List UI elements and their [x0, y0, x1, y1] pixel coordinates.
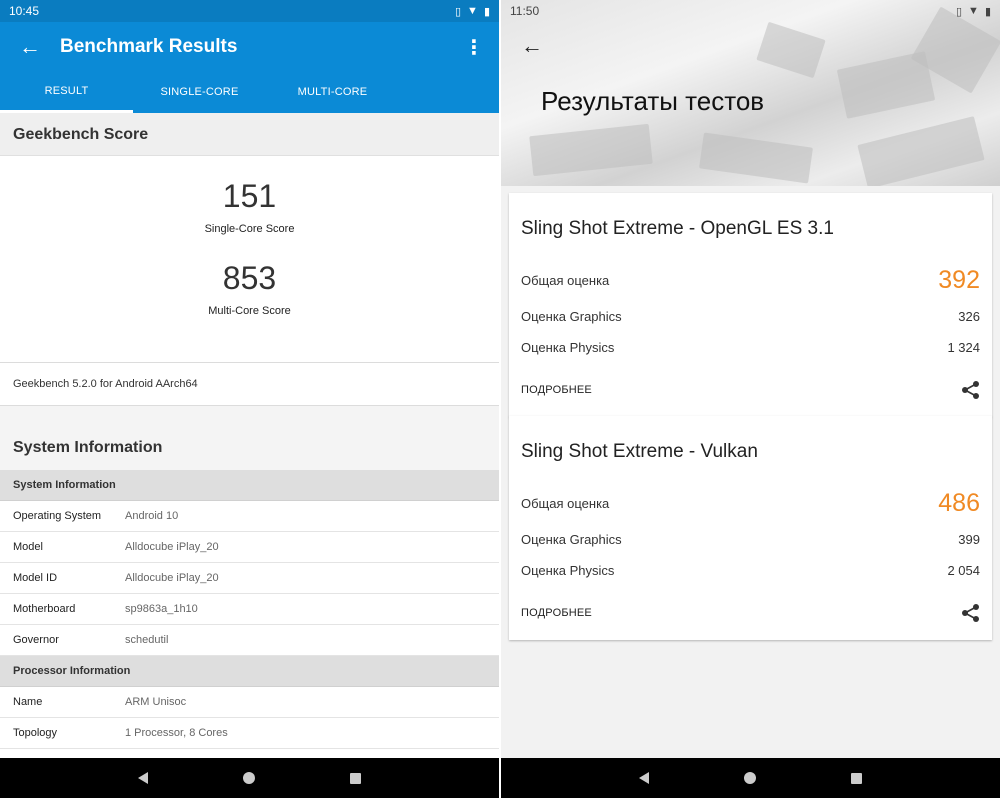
- version-text: Geekbench 5.2.0 for Android AArch64: [0, 363, 499, 406]
- overall-score-row: Общая оценка 486: [509, 476, 992, 524]
- share-icon[interactable]: [962, 604, 980, 622]
- info-value: 1 Processor, 8 Cores: [125, 727, 228, 739]
- multi-core-label: Multi-Core Score: [208, 305, 291, 317]
- geekbench-screen: 10:45 ▯ ▼ ▮ ← Benchmark Results ⋮ RESULT…: [0, 0, 499, 798]
- card-footer: ПОДРОБНЕЕ: [509, 586, 992, 640]
- nav-back-icon[interactable]: [639, 772, 649, 784]
- vibrate-icon: ▯: [454, 5, 462, 18]
- info-value: ARM Unisoc: [125, 696, 187, 708]
- info-value: Alldocube iPlay_20: [125, 541, 219, 553]
- physics-label: Оценка Physics: [521, 563, 615, 578]
- info-row: Model ID Alldocube iPlay_20: [0, 563, 499, 594]
- status-bar: 11:50 ▯ ▼ ▮: [501, 0, 1000, 22]
- overall-label: Общая оценка: [521, 495, 610, 511]
- graphics-score-row: Оценка Graphics 326: [509, 301, 992, 332]
- overall-value: 486: [938, 488, 980, 517]
- group-header-processor: Processor Information: [0, 656, 499, 687]
- group-header-system: System Information: [0, 470, 499, 501]
- overall-label: Общая оценка: [521, 272, 610, 288]
- info-value: Alldocube iPlay_20: [125, 572, 219, 584]
- graphics-label: Оценка Graphics: [521, 532, 622, 547]
- nav-home-icon[interactable]: [744, 772, 756, 784]
- card-footer: ПОДРОБНЕЕ: [509, 363, 992, 417]
- share-icon[interactable]: [962, 381, 980, 399]
- physics-score-row: Оценка Physics 1 324: [509, 332, 992, 363]
- back-arrow-icon[interactable]: ←: [521, 33, 543, 59]
- score-section-header: Geekbench Score: [0, 113, 499, 156]
- card-title: Sling Shot Extreme - OpenGL ES 3.1: [521, 218, 834, 239]
- nav-recents-icon[interactable]: [350, 772, 361, 784]
- hero-texture: [699, 132, 813, 184]
- overall-value: 392: [938, 265, 980, 294]
- more-details-button[interactable]: ПОДРОБНЕЕ: [521, 607, 592, 619]
- back-arrow-icon[interactable]: ←: [0, 22, 60, 72]
- battery-icon: ▮: [984, 5, 991, 18]
- info-key: Motherboard: [13, 603, 76, 615]
- status-time: 11:50: [510, 4, 540, 18]
- app-bar: ← Benchmark Results ⋮: [0, 22, 499, 72]
- status-icons: ▯ ▼ ▮: [956, 5, 991, 18]
- nav-back-icon[interactable]: [138, 772, 148, 784]
- graphics-value: 326: [958, 309, 980, 324]
- scores-panel: 151 Single-Core Score 853 Multi-Core Sco…: [0, 156, 499, 363]
- navigation-bar: [0, 758, 499, 798]
- info-key: Name: [13, 696, 43, 708]
- status-icons: ▯ ▼ ▮: [455, 5, 490, 18]
- 3dmark-screen: 11:50 ▯ ▼ ▮ ← Результаты тестов Sling Sh…: [501, 0, 1000, 798]
- info-key: Model: [13, 541, 43, 553]
- graphics-label: Оценка Graphics: [521, 309, 622, 324]
- info-key: Governor: [13, 634, 59, 646]
- tab-result[interactable]: RESULT: [0, 72, 133, 113]
- more-details-button[interactable]: ПОДРОБНЕЕ: [521, 384, 592, 396]
- hero-texture: [857, 116, 985, 186]
- multi-core-value: 853: [222, 260, 277, 296]
- card-title: Sling Shot Extreme - Vulkan: [521, 441, 758, 462]
- graphics-score-row: Оценка Graphics 399: [509, 524, 992, 555]
- section-spacer: [0, 406, 499, 426]
- graphics-value: 399: [958, 532, 980, 547]
- info-row: Name ARM Unisoc: [0, 687, 499, 718]
- battery-icon: ▮: [483, 5, 490, 18]
- physics-value: 1 324: [947, 340, 980, 355]
- info-key: Model ID: [13, 572, 58, 584]
- physics-value: 2 054: [947, 563, 980, 578]
- wifi-icon: ▼: [968, 5, 979, 17]
- info-value: Android 10: [125, 510, 179, 522]
- hero-banner: 11:50 ▯ ▼ ▮ ← Результаты тестов: [501, 0, 1000, 186]
- nav-recents-icon[interactable]: [851, 772, 862, 784]
- physics-label: Оценка Physics: [521, 340, 615, 355]
- tab-multi-core[interactable]: MULTI-CORE: [266, 72, 399, 113]
- more-options-icon[interactable]: ⋮: [449, 35, 499, 60]
- info-row: Model Alldocube iPlay_20: [0, 532, 499, 563]
- info-row: Topology 1 Processor, 8 Cores: [0, 718, 499, 749]
- overall-score-row: Общая оценка 392: [509, 253, 992, 301]
- page-title: Результаты тестов: [541, 86, 765, 116]
- single-core-label: Single-Core Score: [204, 223, 295, 235]
- result-card-opengl: Sling Shot Extreme - OpenGL ES 3.1 Общая…: [509, 193, 992, 417]
- info-key: Operating System: [13, 510, 102, 522]
- multi-core-score: 853 Multi-Core Score: [0, 235, 499, 317]
- info-row: Operating System Android 10: [0, 501, 499, 532]
- info-row: Motherboard sp9863a_1h10: [0, 594, 499, 625]
- tab-single-core[interactable]: SINGLE-CORE: [133, 72, 266, 113]
- status-time: 10:45: [9, 4, 40, 18]
- info-value: sp9863a_1h10: [125, 603, 198, 615]
- vibrate-icon: ▯: [955, 5, 963, 18]
- nav-home-icon[interactable]: [243, 772, 255, 784]
- navigation-bar: [501, 758, 1000, 798]
- info-value: schedutil: [125, 634, 169, 646]
- status-bar: 10:45 ▯ ▼ ▮: [0, 0, 499, 22]
- hero-texture: [529, 123, 653, 177]
- info-row: Governor schedutil: [0, 625, 499, 656]
- info-key: Topology: [13, 727, 58, 739]
- wifi-icon: ▼: [467, 5, 478, 17]
- single-core-value: 151: [222, 178, 277, 214]
- single-core-score: 151 Single-Core Score: [0, 156, 499, 235]
- result-card-vulkan: Sling Shot Extreme - Vulkan Общая оценка…: [509, 416, 992, 640]
- physics-score-row: Оценка Physics 2 054: [509, 555, 992, 586]
- tab-bar: RESULT SINGLE-CORE MULTI-CORE: [0, 72, 499, 113]
- hero-texture: [756, 21, 826, 79]
- page-title: Benchmark Results: [60, 36, 238, 57]
- system-info-header: System Information: [0, 426, 499, 470]
